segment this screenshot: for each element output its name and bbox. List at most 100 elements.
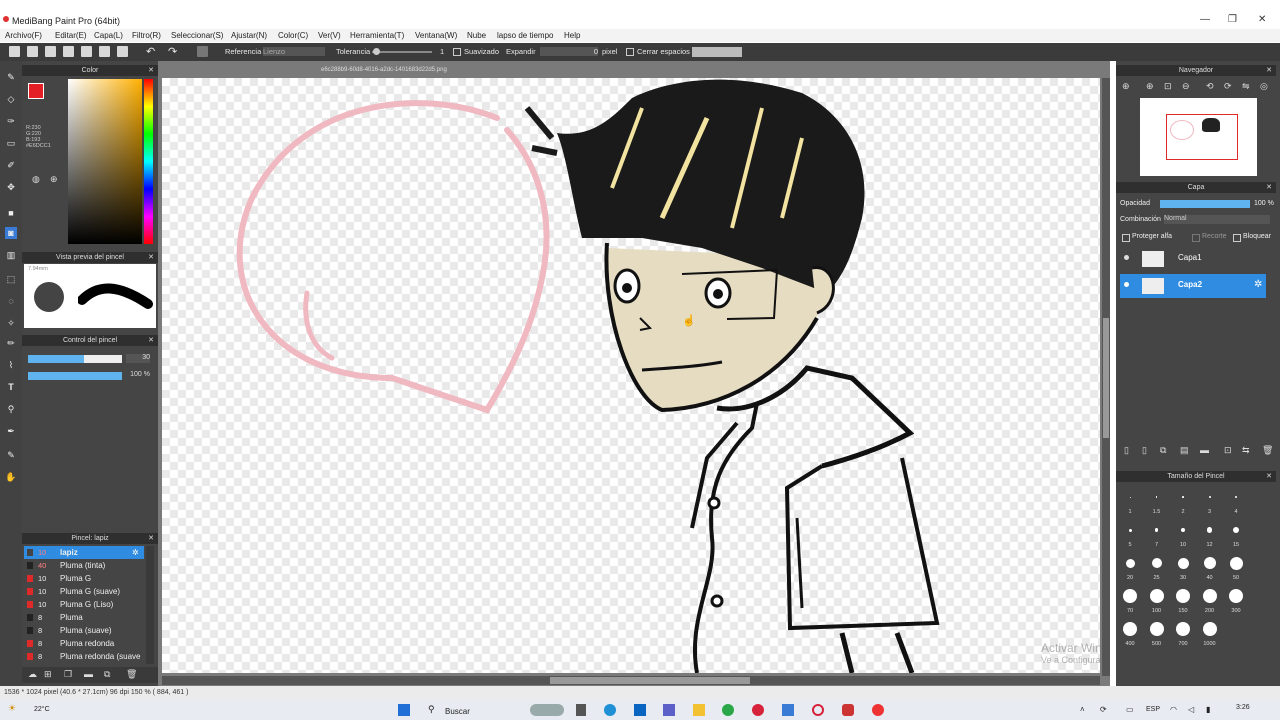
rotate-right-icon[interactable]: ⟳ [1224,81,1232,92]
brush-size-dot[interactable] [1208,496,1211,498]
folder-brush-icon[interactable]: ▬ [84,669,93,679]
brush-size-slider[interactable] [28,355,122,363]
suavizado-checkbox[interactable] [453,48,461,56]
cerrar-checkbox[interactable] [626,48,634,56]
delete-layer-icon[interactable]: 🗑 [1262,445,1273,456]
brush-size-dot[interactable] [1123,622,1137,636]
close-icon[interactable]: ✕ [148,252,154,263]
zoom-in-icon[interactable]: ⊕ [1122,81,1130,92]
brush-item[interactable]: 8 Pluma redonda (suave [24,650,144,663]
select-pen-icon[interactable]: ✏ [5,337,17,349]
move-tool-icon[interactable]: ✥ [5,181,17,193]
close-icon[interactable]: ✕ [148,533,154,544]
tolerancia-handle[interactable] [373,48,380,55]
color-sv-square[interactable] [68,79,142,244]
undo-icon[interactable]: ↶ [146,45,155,58]
selection-icon[interactable] [197,46,208,57]
tolerancia-slider[interactable] [372,51,432,53]
brush-size-dot[interactable] [1125,558,1135,568]
folder-icon[interactable]: ▬ [1200,445,1209,455]
brush-size-dot[interactable] [1176,622,1190,636]
explorer-icon[interactable] [693,704,705,716]
gear-icon[interactable]: ✲ [132,546,139,559]
new-file-icon[interactable] [27,46,38,57]
brush-item[interactable]: 10 Pluma G (Liso) [24,598,144,611]
gap-level-bar[interactable] [692,47,742,57]
brush-item[interactable]: 8 Pluma (suave) [24,624,144,637]
close-icon[interactable]: ✕ [148,335,154,346]
language-indicator[interactable]: ESP [1146,706,1160,713]
canvas-tab[interactable]: e6c288b9-60d8-4016-a2dc-1401683d22d5.png [158,64,478,74]
eye-icon[interactable] [1124,255,1129,260]
bucket-tool-icon[interactable]: ◙ [5,227,17,239]
redo-icon[interactable]: ↷ [168,45,177,58]
duplicate-layer-icon[interactable]: ⧉ [1160,445,1166,456]
eyedropper-icon[interactable]: ✒ [5,425,17,437]
fill-rect-icon[interactable]: ■ [5,207,17,219]
battery-icon[interactable]: ▭ [1126,705,1134,714]
blend-select[interactable]: Normal [1164,215,1270,224]
chevron-up-icon[interactable]: ˄ [1080,705,1085,714]
close-icon[interactable]: ✕ [1266,182,1272,193]
brush-list-scrollbar[interactable] [146,546,154,664]
vscroll-thumb[interactable] [1103,318,1109,438]
new-halftone-layer-icon[interactable]: ▯ [1142,445,1147,456]
navigator-preview[interactable] [1140,98,1257,176]
fit-icon[interactable]: ⊡ [1164,81,1172,92]
brush-size-dot[interactable] [1128,528,1132,532]
brush-size-dot[interactable] [1202,589,1217,603]
brush-size-dot[interactable] [1229,589,1243,603]
menu-ver[interactable]: Ver(V) [318,31,341,40]
sync-icon[interactable]: ⟳ [1100,705,1107,714]
layer-item[interactable]: Capa1 [1120,247,1266,271]
task-view-icon[interactable] [576,704,586,716]
brush-item[interactable]: 40 Pluma (tinta) [24,559,144,572]
lock-checkbox[interactable] [1233,234,1241,242]
brush-size-value[interactable]: 30 [126,354,150,363]
menu-ajustar[interactable]: Ajustar(N) [231,31,267,40]
referencia-select[interactable]: Lienzo [263,47,325,56]
brush-size-dot[interactable] [1149,589,1164,603]
gradient-tool-icon[interactable]: ▥ [5,249,17,261]
chrome-icon[interactable] [722,704,734,716]
menu-editar[interactable]: Editar(E) [55,31,87,40]
brush-item[interactable]: 8 Pluma [24,611,144,624]
brush-tool-icon[interactable]: ✎ [5,71,17,83]
brush-size-dot[interactable] [1155,496,1158,498]
copy-brush-icon[interactable]: ❐ [64,669,72,680]
cloud-brush-icon[interactable]: ☁ [28,669,37,680]
brush-item[interactable]: 10 Pluma G [24,572,144,585]
brush-size-dot[interactable] [1176,589,1190,603]
hue-slider[interactable] [144,79,153,244]
dropper-tool-icon[interactable]: ⌇ [5,359,17,371]
text-tool-icon[interactable]: T [5,381,17,393]
palette-icon[interactable]: ◍ [32,174,40,185]
brush-item[interactable]: 8 Pluma redonda [24,637,144,650]
brush-size-dot[interactable] [1180,527,1186,533]
teams-icon[interactable] [663,704,675,716]
rotate-left-icon[interactable]: ⟲ [1206,81,1214,92]
brush-size-dot[interactable] [1149,622,1164,636]
brush-size-dot[interactable] [1129,496,1131,498]
hand-tool-icon[interactable]: ✋ [5,471,17,483]
taskbar-search[interactable]: Buscar [445,707,470,716]
menu-lapso[interactable]: lapso de tiempo [497,31,553,40]
lasso-tool-icon[interactable]: ◌ [5,295,17,307]
app-circle-icon[interactable] [812,704,824,716]
pen-tool-icon[interactable]: ✐ [5,159,17,171]
horizontal-scrollbar[interactable] [162,676,1100,685]
close-icon[interactable]: ✕ [148,65,154,76]
grid-icon[interactable] [99,46,110,57]
medibang-icon[interactable] [842,704,854,716]
close-icon[interactable]: ✕ [1266,471,1272,482]
zoom-out-icon[interactable]: ⊖ [1182,81,1190,92]
brush-size-dot[interactable] [1232,526,1240,534]
cloud-icon[interactable] [9,46,20,57]
expandir-input[interactable]: 0 [540,47,598,56]
rect-tool-icon[interactable]: ▭ [5,137,17,149]
clock-time[interactable]: 3:26 [1236,704,1250,711]
menu-archivo[interactable]: Archivo(F) [5,31,42,40]
search-icon[interactable]: ⚲ [428,704,435,715]
brush-size-dot[interactable] [1154,528,1159,532]
brush-size-dot[interactable] [1234,495,1238,499]
